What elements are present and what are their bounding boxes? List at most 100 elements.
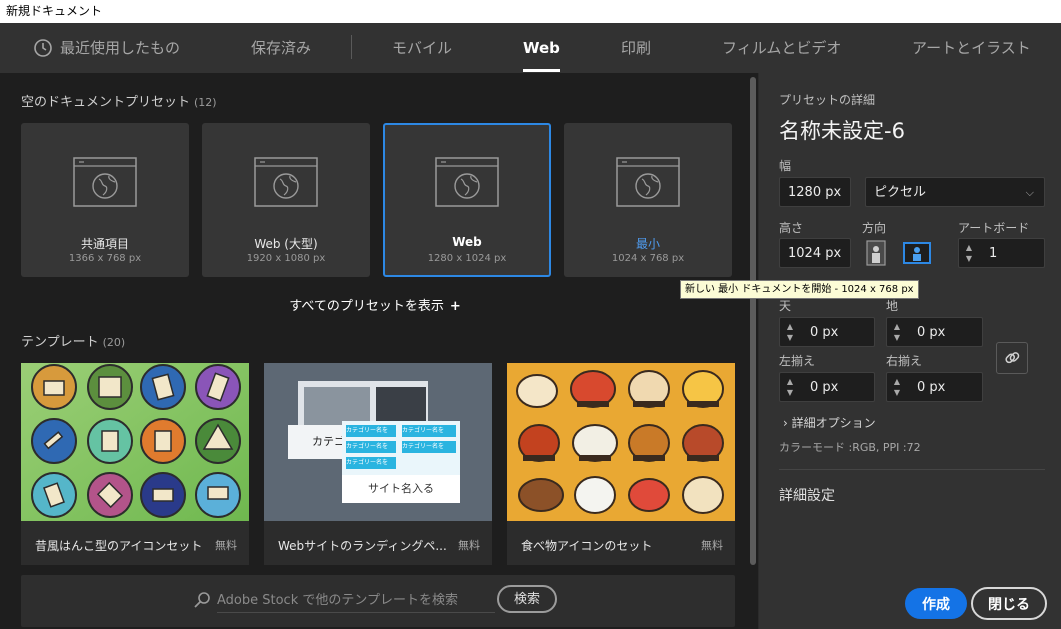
left-margin-input[interactable]: ▲ ▼ 0 px <box>779 372 875 402</box>
thumb-cat-3: カテゴリー名を <box>346 441 396 453</box>
templates-count: (20) <box>102 336 126 349</box>
tab-mobile[interactable]: モバイル <box>392 23 452 73</box>
preset-card-web[interactable]: Web 1280 x 1024 px <box>383 123 551 277</box>
tab-recent[interactable]: 最近使用したもの <box>33 23 180 73</box>
top-margin-value: 0 px <box>810 325 839 340</box>
bottom-margin-label: 地 <box>886 299 899 313</box>
stepper-arrows-icon[interactable]: ▲ ▼ <box>891 376 903 398</box>
link-icon <box>1005 352 1020 364</box>
width-value: 1280 px <box>788 185 842 200</box>
template-thumbnail <box>507 363 735 521</box>
free-badge: 無料 <box>215 539 237 552</box>
stock-search-bar: 検索 <box>21 575 735 627</box>
template-name: Webサイトのランディングペ... <box>278 539 447 553</box>
panel-divider <box>779 469 1045 470</box>
template-name: 食べ物アイコンのセット <box>521 539 653 553</box>
presets-title: 空のドキュメントプリセット <box>21 95 191 110</box>
link-margins-button[interactable] <box>996 342 1028 374</box>
preset-card-minimum[interactable]: 最小 1024 x 768 px <box>564 123 732 277</box>
details-heading: プリセットの詳細 <box>779 93 876 107</box>
stock-search-input[interactable] <box>217 588 495 613</box>
presets-count: (12) <box>194 96 217 109</box>
template-card-food-icons[interactable]: 食べ物アイコンのセット 無料 <box>507 363 735 565</box>
artboard-stepper[interactable]: ▲ ▼ 1 <box>958 238 1045 268</box>
presets-section-title: 空のドキュメントプリセット (12) <box>21 91 217 110</box>
chevron-down-icon: ⌵ <box>1025 186 1034 199</box>
thumb-cat-1: カテゴリー名を <box>346 425 396 437</box>
chevron-right-icon: › <box>783 416 788 430</box>
preset-size: 1024 x 768 px <box>611 253 685 264</box>
template-name: 昔風はんこ型のアイコンセット <box>35 539 203 553</box>
scrollbar-thumb[interactable] <box>750 77 756 565</box>
preset-size: 1280 x 1024 px <box>427 253 507 264</box>
web-document-icon <box>73 157 137 207</box>
detail-settings-button[interactable]: 詳細設定 <box>779 485 835 505</box>
window-titlebar: 新規ドキュメント <box>0 0 1061 24</box>
category-tabs: 最近使用したもの 保存済み モバイル Web 印刷 フィルムとビデオ アートとイ… <box>0 23 1061 73</box>
right-margin-input[interactable]: ▲ ▼ 0 px <box>886 372 983 402</box>
plus-icon: + <box>449 299 461 314</box>
show-all-presets-button[interactable]: すべてのプリセットを表示 + <box>0 295 750 314</box>
tab-recent-label: 最近使用したもの <box>60 39 181 57</box>
stepper-arrows-icon[interactable]: ▲ ▼ <box>784 321 796 343</box>
height-value: 1024 px <box>788 246 842 261</box>
preset-name: Web <box>452 235 482 249</box>
free-badge: 無料 <box>701 539 723 552</box>
close-button[interactable]: 閉じる <box>971 587 1047 620</box>
stepper-arrows-icon[interactable]: ▲ ▼ <box>784 376 796 398</box>
free-badge: 無料 <box>458 539 480 552</box>
template-card-hanko-icons[interactable]: 昔風はんこ型のアイコンセット 無料 <box>21 363 249 565</box>
unit-value: ピクセル <box>874 185 927 200</box>
right-margin-label: 右揃え <box>886 354 923 368</box>
landscape-orientation-icon[interactable] <box>903 239 931 267</box>
search-button[interactable]: 検索 <box>497 585 557 613</box>
stepper-arrows-icon[interactable]: ▲ ▼ <box>891 321 903 343</box>
advanced-options-label: 詳細オプション <box>791 416 876 430</box>
width-label: 幅 <box>779 159 792 173</box>
artboard-label: アートボード <box>958 221 1030 235</box>
show-all-label: すべてのプリセットを表示 <box>289 299 444 314</box>
web-document-icon <box>616 157 680 207</box>
document-name-field[interactable]: 名称未設定-6 <box>779 115 905 145</box>
preset-name: Web (大型) <box>254 237 318 251</box>
preset-name: 共通項目 <box>80 237 129 251</box>
color-mode-info: カラーモード :RGB, PPI :72 <box>779 441 921 454</box>
bottom-margin-input[interactable]: ▲ ▼ 0 px <box>886 317 983 347</box>
clock-icon <box>34 39 52 57</box>
web-document-icon <box>254 157 318 207</box>
tab-saved[interactable]: 保存済み <box>251 23 311 73</box>
template-thumbnail <box>21 363 249 521</box>
bottom-margin-value: 0 px <box>917 325 946 340</box>
width-input[interactable]: 1280 px <box>779 177 851 207</box>
thumb-site-name: サイト名入る <box>342 475 460 503</box>
top-margin-label: 天 <box>779 299 792 313</box>
tab-print[interactable]: 印刷 <box>621 23 651 73</box>
thumb-cat-2: カテゴリー名を <box>402 425 456 437</box>
tab-art-illustration[interactable]: アートとイラスト <box>912 23 1031 73</box>
tab-film-video[interactable]: フィルムとビデオ <box>722 23 841 73</box>
advanced-options-toggle[interactable]: › 詳細オプション <box>783 414 876 431</box>
templates-title: テンプレート <box>21 335 99 350</box>
presets-scrollbar[interactable] <box>748 73 758 629</box>
preset-card-common[interactable]: 共通項目 1366 x 768 px <box>21 123 189 277</box>
thumb-cat-5: カテゴリー名を <box>346 457 396 469</box>
thumb-cat-4: カテゴリー名を <box>402 441 456 453</box>
preset-card-web-large[interactable]: Web (大型) 1920 x 1080 px <box>202 123 370 277</box>
tab-separator <box>351 35 352 59</box>
tab-web[interactable]: Web <box>523 23 560 73</box>
portrait-orientation-icon[interactable] <box>862 239 890 267</box>
search-icon <box>194 592 210 608</box>
preset-size: 1920 x 1080 px <box>246 253 326 264</box>
create-button[interactable]: 作成 <box>905 588 967 619</box>
unit-select[interactable]: ピクセル ⌵ <box>865 177 1045 207</box>
stepper-arrows-icon[interactable]: ▲ ▼ <box>963 242 975 264</box>
template-card-landing-page[interactable]: カテゴ カテゴリー名を カテゴリー名を カテゴリー名を カテゴリー名を カテゴリ… <box>264 363 492 565</box>
food-icons-thumbnail <box>507 363 735 521</box>
web-document-icon <box>435 157 499 207</box>
preset-name: 最小 <box>635 237 660 251</box>
height-input[interactable]: 1024 px <box>779 238 851 268</box>
right-margin-value: 0 px <box>917 380 946 395</box>
artboard-value: 1 <box>989 246 998 261</box>
top-margin-input[interactable]: ▲ ▼ 0 px <box>779 317 875 347</box>
preset-size: 1366 x 768 px <box>68 253 142 264</box>
